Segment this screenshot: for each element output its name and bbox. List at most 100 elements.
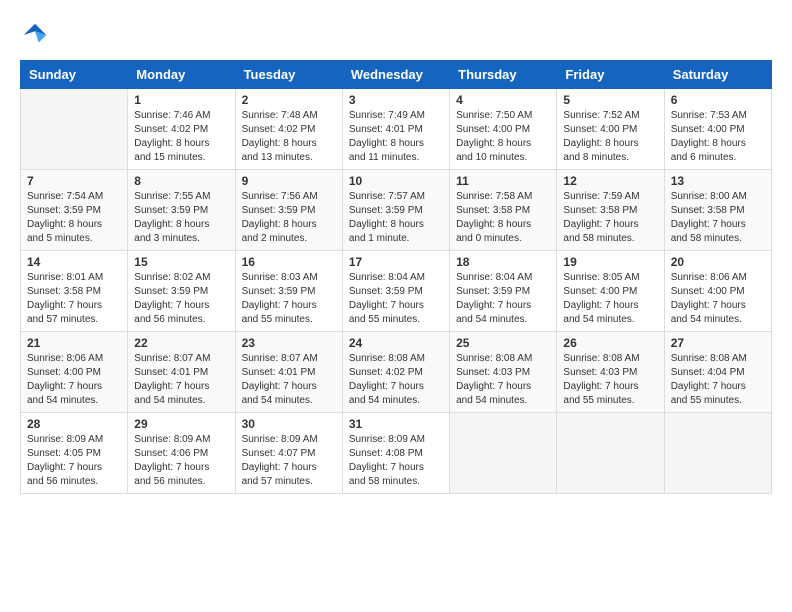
- day-info: Sunrise: 8:08 AMSunset: 4:03 PMDaylight:…: [456, 352, 550, 408]
- calendar-cell: 10 Sunrise: 7:57 AMSunset: 3:59 PMDayligh…: [342, 170, 449, 251]
- day-number: 27: [671, 336, 765, 350]
- weekday-header-row: SundayMondayTuesdayWednesdayThursdayFrid…: [21, 61, 772, 89]
- day-info: Sunrise: 8:05 AMSunset: 4:00 PMDaylight:…: [563, 271, 657, 327]
- weekday-header-wednesday: Wednesday: [342, 61, 449, 89]
- day-info: Sunrise: 8:08 AMSunset: 4:02 PMDaylight:…: [349, 352, 443, 408]
- calendar-cell: 15Sunrise: 8:02 AMSunset: 3:59 PMDayligh…: [128, 251, 235, 332]
- logo-icon: [20, 20, 50, 50]
- day-number: 13: [671, 174, 765, 188]
- day-info: Sunrise: 7:56 AMSunset: 3:59 PMDaylight:…: [242, 190, 336, 246]
- day-number: 5: [563, 93, 657, 107]
- calendar-cell: 21 Sunrise: 8:06 AMSunset: 4:00 PMDayligh…: [21, 332, 128, 413]
- day-info: Sunrise: 8:01 AMSunset: 3:58 PMDaylight:…: [27, 271, 121, 327]
- day-info: Sunrise: 8:09 AMSunset: 4:06 PMDaylight:…: [134, 433, 228, 489]
- day-info: Sunrise: 8:08 AMSunset: 4:03 PMDaylight:…: [563, 352, 657, 408]
- weekday-header-thursday: Thursday: [450, 61, 557, 89]
- day-number: 1: [134, 93, 228, 107]
- calendar-cell: 14 Sunrise: 8:01 AMSunset: 3:58 PMDayligh…: [21, 251, 128, 332]
- day-number: 20: [671, 255, 765, 269]
- day-info: Sunrise: 7:52 AMSunset: 4:00 PMDaylight:…: [563, 109, 657, 165]
- day-number: 14: [27, 255, 121, 269]
- weekday-header-saturday: Saturday: [664, 61, 771, 89]
- day-number: 9: [242, 174, 336, 188]
- day-number: 26: [563, 336, 657, 350]
- day-info: Sunrise: 7:54 AMSunset: 3:59 PMDaylight:…: [27, 190, 121, 246]
- day-info: Sunrise: 7:48 AMSunset: 4:02 PMDaylight:…: [242, 109, 336, 165]
- weekday-header-sunday: Sunday: [21, 61, 128, 89]
- day-info: Sunrise: 8:06 AMSunset: 4:00 PMDaylight:…: [671, 271, 765, 327]
- calendar-cell: 27 Sunrise: 8:08 AMSunset: 4:04 PMDayligh…: [664, 332, 771, 413]
- day-info: Sunrise: 8:07 AMSunset: 4:01 PMDaylight:…: [242, 352, 336, 408]
- day-info: Sunrise: 8:09 AMSunset: 4:08 PMDaylight:…: [349, 433, 443, 489]
- calendar-cell: 7 Sunrise: 7:54 AMSunset: 3:59 PMDaylight…: [21, 170, 128, 251]
- calendar-cell: 11Sunrise: 7:58 AMSunset: 3:58 PMDayligh…: [450, 170, 557, 251]
- day-number: 31: [349, 417, 443, 431]
- day-info: Sunrise: 7:50 AMSunset: 4:00 PMDaylight:…: [456, 109, 550, 165]
- day-number: 28: [27, 417, 121, 431]
- day-info: Sunrise: 7:59 AMSunset: 3:58 PMDaylight:…: [563, 190, 657, 246]
- day-info: Sunrise: 8:09 AMSunset: 4:07 PMDaylight:…: [242, 433, 336, 489]
- day-info: Sunrise: 8:02 AMSunset: 3:59 PMDaylight:…: [134, 271, 228, 327]
- calendar-cell: 4 Sunrise: 7:50 AMSunset: 4:00 PMDaylight…: [450, 89, 557, 170]
- calendar-week-row: 1 Sunrise: 7:46 AMSunset: 4:02 PMDaylight…: [21, 89, 772, 170]
- day-number: 11: [456, 174, 550, 188]
- day-info: Sunrise: 8:07 AMSunset: 4:01 PMDaylight:…: [134, 352, 228, 408]
- day-info: Sunrise: 7:46 AMSunset: 4:02 PMDaylight:…: [134, 109, 228, 165]
- calendar-cell: [21, 89, 128, 170]
- day-number: 4: [456, 93, 550, 107]
- calendar-cell: [450, 413, 557, 494]
- calendar-cell: 23 Sunrise: 8:07 AMSunset: 4:01 PMDayligh…: [235, 332, 342, 413]
- day-number: 6: [671, 93, 765, 107]
- day-info: Sunrise: 8:09 AMSunset: 4:05 PMDaylight:…: [27, 433, 121, 489]
- calendar-cell: 16 Sunrise: 8:03 AMSunset: 3:59 PMDayligh…: [235, 251, 342, 332]
- calendar-week-row: 14 Sunrise: 8:01 AMSunset: 3:58 PMDayligh…: [21, 251, 772, 332]
- day-info: Sunrise: 8:00 AMSunset: 3:58 PMDaylight:…: [671, 190, 765, 246]
- day-number: 18: [456, 255, 550, 269]
- day-info: Sunrise: 7:57 AMSunset: 3:59 PMDaylight:…: [349, 190, 443, 246]
- day-number: 7: [27, 174, 121, 188]
- weekday-header-monday: Monday: [128, 61, 235, 89]
- day-number: 23: [242, 336, 336, 350]
- calendar-cell: 9 Sunrise: 7:56 AMSunset: 3:59 PMDaylight…: [235, 170, 342, 251]
- calendar-cell: 29Sunrise: 8:09 AMSunset: 4:06 PMDayligh…: [128, 413, 235, 494]
- day-number: 25: [456, 336, 550, 350]
- calendar-cell: 31 Sunrise: 8:09 AMSunset: 4:08 PMDayligh…: [342, 413, 449, 494]
- calendar-cell: 26 Sunrise: 8:08 AMSunset: 4:03 PMDayligh…: [557, 332, 664, 413]
- calendar-table: SundayMondayTuesdayWednesdayThursdayFrid…: [20, 60, 772, 494]
- day-info: Sunrise: 8:04 AMSunset: 3:59 PMDaylight:…: [349, 271, 443, 327]
- calendar-cell: 30 Sunrise: 8:09 AMSunset: 4:07 PMDayligh…: [235, 413, 342, 494]
- calendar-cell: 3Sunrise: 7:49 AMSunset: 4:01 PMDaylight…: [342, 89, 449, 170]
- calendar-cell: 25 Sunrise: 8:08 AMSunset: 4:03 PMDayligh…: [450, 332, 557, 413]
- day-number: 22: [134, 336, 228, 350]
- calendar-cell: 6 Sunrise: 7:53 AMSunset: 4:00 PMDaylight…: [664, 89, 771, 170]
- calendar-cell: [557, 413, 664, 494]
- calendar-week-row: 28 Sunrise: 8:09 AMSunset: 4:05 PMDayligh…: [21, 413, 772, 494]
- day-number: 2: [242, 93, 336, 107]
- calendar-cell: 24 Sunrise: 8:08 AMSunset: 4:02 PMDayligh…: [342, 332, 449, 413]
- calendar-cell: 20 Sunrise: 8:06 AMSunset: 4:00 PMDayligh…: [664, 251, 771, 332]
- calendar-cell: 8Sunrise: 7:55 AMSunset: 3:59 PMDaylight…: [128, 170, 235, 251]
- calendar-week-row: 7 Sunrise: 7:54 AMSunset: 3:59 PMDaylight…: [21, 170, 772, 251]
- day-number: 24: [349, 336, 443, 350]
- day-info: Sunrise: 7:53 AMSunset: 4:00 PMDaylight:…: [671, 109, 765, 165]
- day-number: 10: [349, 174, 443, 188]
- day-number: 30: [242, 417, 336, 431]
- day-info: Sunrise: 8:03 AMSunset: 3:59 PMDaylight:…: [242, 271, 336, 327]
- calendar-cell: 12 Sunrise: 7:59 AMSunset: 3:58 PMDayligh…: [557, 170, 664, 251]
- day-info: Sunrise: 8:08 AMSunset: 4:04 PMDaylight:…: [671, 352, 765, 408]
- day-number: 12: [563, 174, 657, 188]
- calendar-cell: 2 Sunrise: 7:48 AMSunset: 4:02 PMDaylight…: [235, 89, 342, 170]
- day-info: Sunrise: 7:55 AMSunset: 3:59 PMDaylight:…: [134, 190, 228, 246]
- day-info: Sunrise: 8:06 AMSunset: 4:00 PMDaylight:…: [27, 352, 121, 408]
- weekday-header-tuesday: Tuesday: [235, 61, 342, 89]
- day-number: 21: [27, 336, 121, 350]
- calendar-week-row: 21 Sunrise: 8:06 AMSunset: 4:00 PMDayligh…: [21, 332, 772, 413]
- calendar-cell: 17Sunrise: 8:04 AMSunset: 3:59 PMDayligh…: [342, 251, 449, 332]
- day-number: 3: [349, 93, 443, 107]
- calendar-cell: 5 Sunrise: 7:52 AMSunset: 4:00 PMDaylight…: [557, 89, 664, 170]
- calendar-cell: 1 Sunrise: 7:46 AMSunset: 4:02 PMDaylight…: [128, 89, 235, 170]
- day-number: 16: [242, 255, 336, 269]
- page-header: [20, 20, 772, 50]
- calendar-cell: 13 Sunrise: 8:00 AMSunset: 3:58 PMDayligh…: [664, 170, 771, 251]
- day-number: 19: [563, 255, 657, 269]
